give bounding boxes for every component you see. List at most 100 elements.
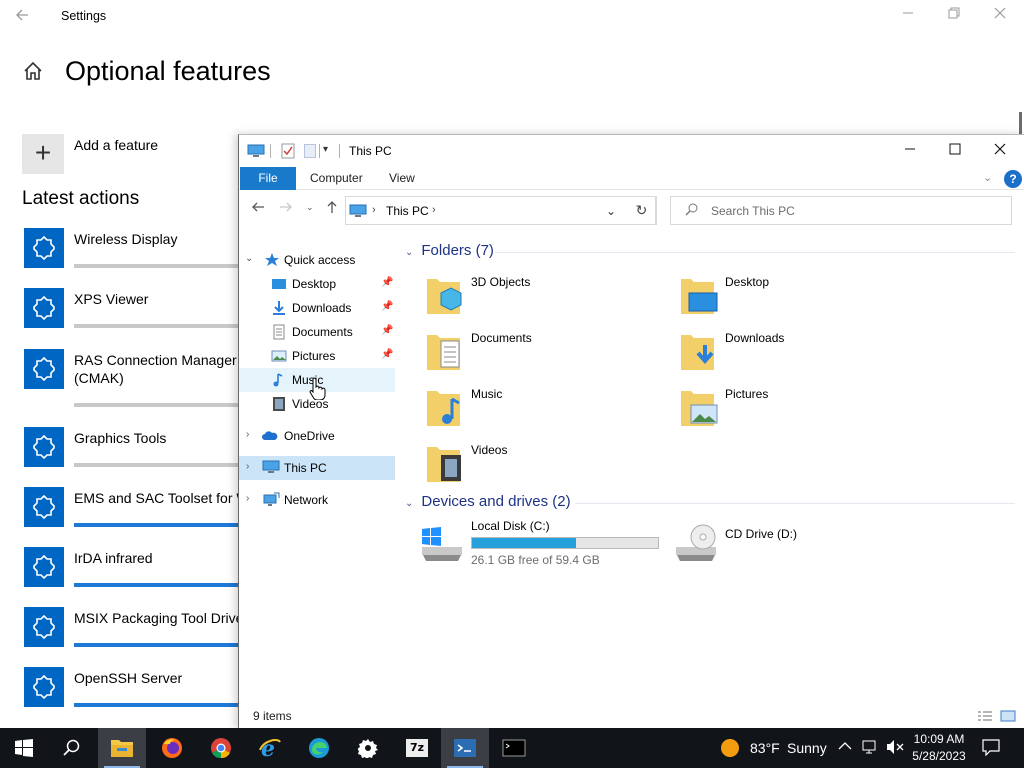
forward-button[interactable] [279,200,293,218]
nav-network[interactable]: › Network [239,488,395,512]
explorer-maximize-button[interactable] [943,140,967,162]
clock-date[interactable]: 5/28/2023 [906,749,972,763]
clock-time[interactable]: 10:09 AM [906,732,972,746]
nav-label: Pictures [292,349,336,363]
back-button[interactable] [251,200,265,218]
nav-this-pc[interactable]: › This PC [239,456,395,480]
nav-pictures[interactable]: Pictures 📌 [239,344,395,368]
large-icons-view-icon[interactable] [1000,709,1016,722]
back-arrow-icon[interactable] [14,7,34,25]
collapsed-chevron-icon[interactable]: › [246,461,249,472]
pin-icon[interactable]: 📌 [381,277,393,288]
drive-d[interactable]: CD Drive (D:) [673,519,873,569]
feature-name: IrDA infrared [74,550,153,566]
group-collapse-chevron-icon[interactable]: ⌄ [405,498,413,509]
start-button[interactable] [0,728,48,768]
new-folder-icon[interactable] [304,144,316,158]
breadcrumb[interactable]: This PC [386,204,429,218]
ribbon-tabs: File Computer View ⌄ [239,166,1024,190]
weather-temperature[interactable]: 83°F [750,740,780,756]
taskbar-firefox[interactable] [148,728,196,768]
collapsed-chevron-icon[interactable]: › [246,493,249,504]
nav-downloads[interactable]: Downloads 📌 [239,296,395,320]
nav-quick-access[interactable]: ⌄ Quick access [239,248,395,272]
properties-icon[interactable] [281,143,295,159]
search-icon [685,203,698,219]
pin-icon[interactable]: 📌 [381,325,393,336]
taskbar-chrome[interactable] [197,728,245,768]
address-dropdown-chevron-icon[interactable]: ⌄ [606,204,616,218]
breadcrumb-separator[interactable]: › [432,204,436,216]
address-bar[interactable]: › This PC › ⌄ [345,196,656,225]
taskbar-file-explorer[interactable] [98,728,146,768]
network-icon [262,492,280,508]
add-feature-button[interactable]: + Add a feature [22,134,262,174]
taskbar-terminal[interactable] [490,728,538,768]
breadcrumb-separator[interactable]: › [372,204,376,216]
folder-documents[interactable]: Documents [425,329,665,375]
music-icon [271,372,287,388]
customize-quick-access-dropdown[interactable]: ▾ [323,144,328,155]
settings-close-button[interactable] [989,6,1011,26]
up-button[interactable] [325,200,339,218]
settings-scrollbar[interactable] [1019,112,1022,134]
details-view-icon[interactable] [977,709,993,721]
settings-restore-button[interactable] [943,6,965,26]
feature-name: EMS and SAC Toolset for Windows Server [74,490,244,506]
home-icon[interactable] [22,60,46,84]
explorer-minimize-button[interactable] [898,140,922,162]
pin-icon[interactable]: 📌 [381,301,393,312]
folder-desktop[interactable]: Desktop [679,273,919,319]
weather-sun-icon[interactable] [720,738,740,763]
puzzle-gear-icon [24,349,64,389]
nav-desktop[interactable]: Desktop 📌 [239,272,395,296]
taskbar: e 7z 83°F Sunny 10:09 AM 5/28/2023 [0,728,1024,768]
expanded-chevron-icon[interactable]: ⌄ [245,253,253,264]
tab-view[interactable]: View [389,171,415,185]
taskbar-7zip[interactable]: 7z [393,728,441,768]
taskbar-internet-explorer[interactable]: e [246,728,294,768]
network-icon[interactable] [862,738,880,759]
folder-videos[interactable]: Videos [425,441,665,487]
taskbar-edge[interactable] [295,728,343,768]
folders-group-header[interactable]: ⌄ Folders (7) [405,242,494,259]
nav-documents[interactable]: Documents 📌 [239,320,395,344]
volume-muted-icon[interactable] [885,738,905,759]
tab-computer[interactable]: Computer [310,171,363,185]
taskbar-search-button[interactable] [48,728,96,768]
folder-downloads[interactable]: Downloads [679,329,919,375]
folder-3d-objects[interactable]: 3D Objects [425,273,665,319]
drive-c[interactable]: Local Disk (C:) 26.1 GB free of 59.4 GB [419,519,679,569]
group-collapse-chevron-icon[interactable]: ⌄ [405,247,413,258]
feature-progress [74,264,244,268]
collapsed-chevron-icon[interactable]: › [246,429,249,440]
weather-description[interactable]: Sunny [787,740,827,756]
terminal-icon [502,739,526,757]
documents-icon [271,324,287,340]
nav-onedrive[interactable]: › OneDrive [239,424,395,448]
taskbar-app-active[interactable] [441,728,489,768]
settings-minimize-button[interactable] [897,6,919,26]
tab-file[interactable]: File [240,167,296,190]
3d-objects-folder-icon [425,273,465,317]
folder-name: Pictures [725,387,769,401]
devices-group-header[interactable]: ⌄ Devices and drives (2) [405,493,571,510]
nav-label: OneDrive [284,429,335,443]
notifications-icon[interactable] [982,738,1000,759]
pin-icon[interactable]: 📌 [381,349,393,360]
refresh-button[interactable]: ↻ [627,196,657,225]
folder-pictures[interactable]: Pictures [679,385,919,431]
explorer-titlebar[interactable]: ▾ This PC [239,135,1024,166]
feature-name: MSIX Packaging Tool Driver [74,610,244,626]
gear-icon [358,739,378,758]
show-hidden-icons-chevron-icon[interactable] [838,740,852,754]
help-icon[interactable]: ? [1004,170,1022,188]
taskbar-settings[interactable] [344,728,392,768]
explorer-close-button[interactable] [988,140,1012,162]
search-box[interactable]: Search This PC [670,196,1012,225]
folder-music[interactable]: Music [425,385,665,431]
recent-locations-dropdown[interactable]: ⌄ [306,202,314,213]
puzzle-gear-icon [24,427,64,467]
divider [270,144,271,158]
expand-ribbon-chevron-icon[interactable]: ⌄ [983,171,992,184]
